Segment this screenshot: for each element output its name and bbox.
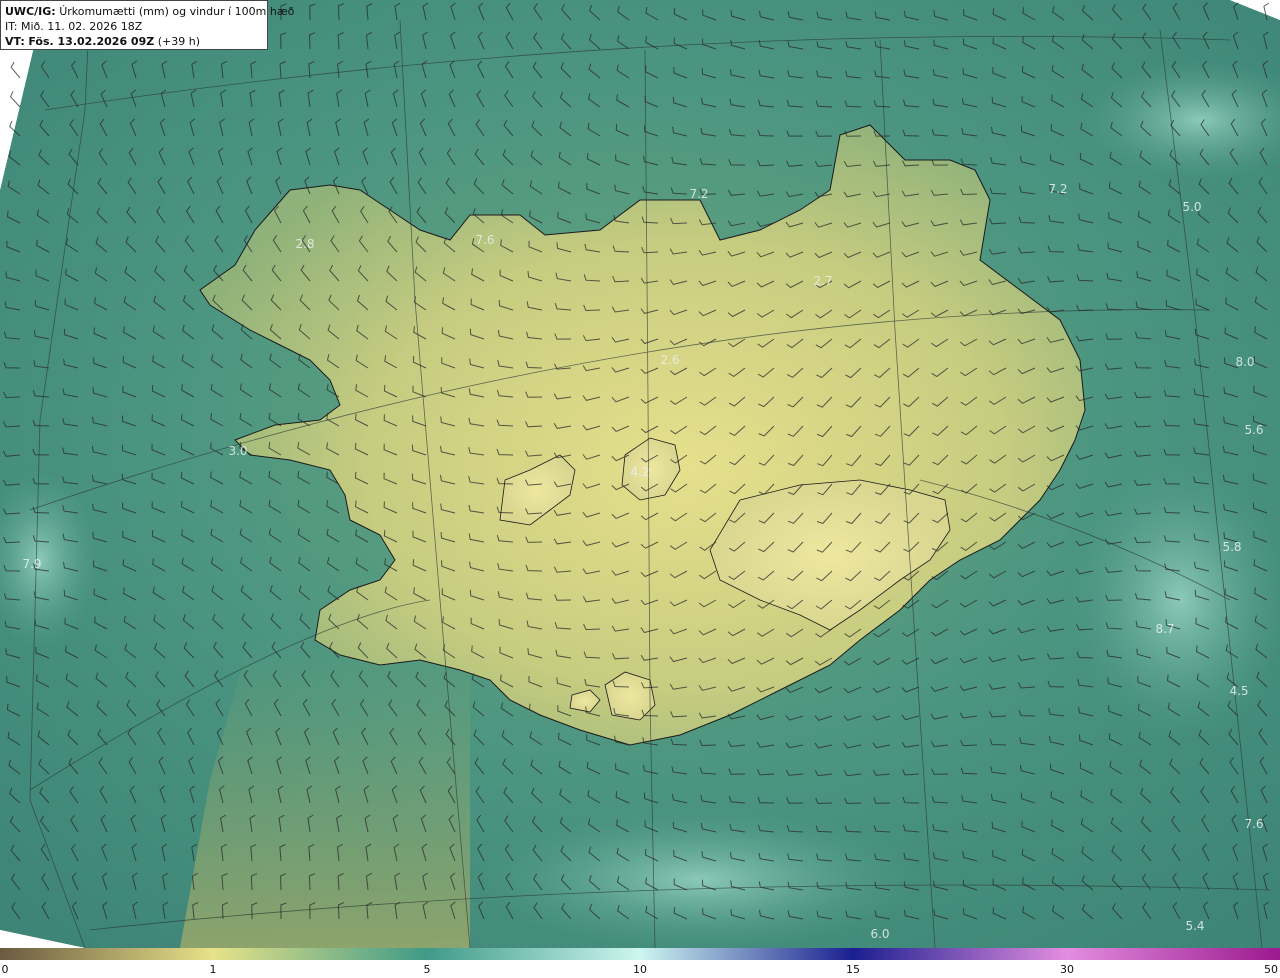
colorbar-tick-label: 50 xyxy=(1264,963,1278,976)
info-box: UWC/IG: Úrkomumætti (mm) og vindur í 100… xyxy=(0,0,294,50)
issue-time: Mið. 11. 02. 2026 18Z xyxy=(20,20,143,33)
colorbar-tick-label: 15 xyxy=(846,963,860,976)
map-value-label: 7.6 xyxy=(475,233,494,247)
colorbar xyxy=(0,948,1280,960)
map-value-label: 7.9 xyxy=(22,557,41,571)
map-value-label: 7.6 xyxy=(1244,817,1263,831)
map-value-label: 8.7 xyxy=(1155,622,1174,636)
precipitation-wind-map: 2.8 7.6 7.2 7.2 5.0 2.7 2.6 8.0 3.0 5.6 4.2 7.9 5.8 8… xyxy=(0,0,1280,948)
colorbar-tick-label: 10 xyxy=(633,963,647,976)
map-value-label: 2.6 xyxy=(660,353,679,367)
ocean-patch xyxy=(480,810,920,948)
lead-time: (+39 h) xyxy=(157,35,200,48)
map-value-label: 7.2 xyxy=(689,187,708,201)
map-value-label: 2.8 xyxy=(295,237,314,251)
issue-time-label: IT: xyxy=(5,20,18,33)
valid-time: Fös. 13.02.2026 09Z xyxy=(28,35,155,48)
valid-time-label: VT: xyxy=(5,35,25,48)
map-value-label: 5.4 xyxy=(1185,919,1204,933)
map-value-label: 8.0 xyxy=(1235,355,1254,369)
map-value-label: 5.8 xyxy=(1222,540,1241,554)
map-value-label: 4.2 xyxy=(630,465,649,479)
map-value-label: 4.5 xyxy=(1229,684,1248,698)
map-value-label: 2.7 xyxy=(813,274,832,288)
model-name: UWC/IG: xyxy=(5,5,56,18)
map-value-label: 5.6 xyxy=(1244,423,1263,437)
colorbar-tick-label: 5 xyxy=(423,963,431,976)
map-value-label: 3.0 xyxy=(228,444,247,458)
map-title: Úrkomumætti (mm) og vindur í 100m hæð xyxy=(59,5,295,18)
title-line: UWC/IG: Úrkomumætti (mm) og vindur í 100… xyxy=(5,4,294,19)
colorbar-section: 0 1 5 10 15 30 50 xyxy=(0,948,1280,978)
ocean-patch xyxy=(1070,460,1280,740)
colorbar-tick-label: 1 xyxy=(209,963,217,976)
colorbar-tick-label: 30 xyxy=(1060,963,1074,976)
colorbar-tick-label: 0 xyxy=(1,963,9,976)
issue-time-line: IT: Mið. 11. 02. 2026 18Z xyxy=(5,19,263,34)
map-value-label: 6.0 xyxy=(870,927,889,941)
map-value-label: 7.2 xyxy=(1048,182,1067,196)
valid-time-line: VT: Fös. 13.02.2026 09Z (+39 h) xyxy=(5,34,263,49)
map-value-label: 5.0 xyxy=(1182,200,1201,214)
